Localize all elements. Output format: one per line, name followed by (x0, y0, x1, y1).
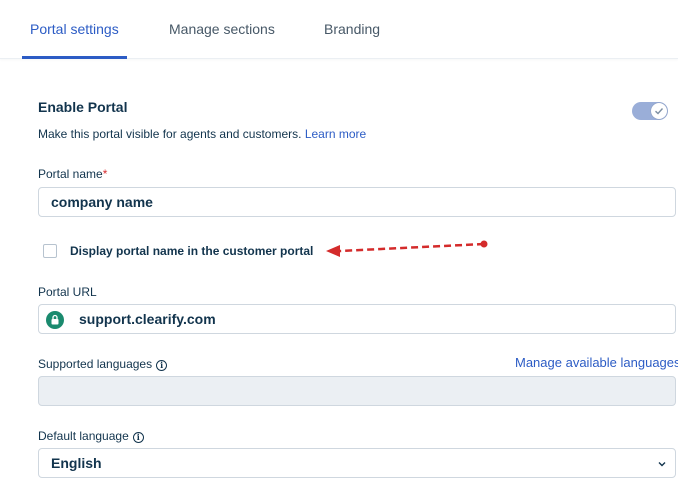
default-language-value: English (51, 455, 102, 471)
info-icon: i (132, 432, 144, 443)
portal-name-input[interactable]: company name (38, 187, 676, 217)
annotation-arrow (326, 240, 488, 257)
manage-languages-link[interactable]: Manage available languages (515, 355, 678, 370)
chevron-down-icon (658, 462, 666, 467)
supported-languages-label: Supported languages (38, 357, 153, 371)
display-portal-name-label: Display portal name in the customer port… (70, 244, 314, 258)
portal-url-value: support.clearify.com (79, 311, 216, 327)
enable-portal-description-row: Make this portal visible for agents and … (38, 127, 366, 141)
toggle-knob (651, 103, 667, 119)
default-language-label: Default language (38, 429, 129, 443)
tab-manage-sections[interactable]: Manage sections (169, 0, 275, 58)
portal-name-value: company name (51, 194, 153, 210)
default-language-label-row: Default language i (38, 429, 144, 443)
required-mark: * (102, 167, 108, 181)
portal-name-label-row: Portal name* (38, 167, 107, 181)
supported-languages-label-row: Supported languages i (38, 357, 168, 371)
enable-portal-description: Make this portal visible for agents and … (38, 127, 302, 141)
learn-more-link[interactable]: Learn more (305, 127, 366, 141)
lock-icon (46, 311, 64, 329)
tab-branding[interactable]: Branding (324, 0, 380, 58)
portal-name-label: Portal name (38, 167, 103, 181)
check-icon (655, 108, 664, 115)
default-language-select[interactable]: English (38, 448, 676, 478)
tab-portal-settings[interactable]: Portal settings (22, 0, 127, 59)
enable-portal-toggle[interactable] (632, 102, 668, 120)
info-icon: i (156, 360, 168, 371)
supported-languages-input[interactable] (38, 376, 676, 406)
display-portal-name-checkbox[interactable] (43, 244, 57, 258)
tab-bar: Portal settings Manage sections Branding (0, 0, 678, 59)
portal-url-label: Portal URL (38, 285, 97, 299)
portal-url-input[interactable]: support.clearify.com (38, 304, 676, 334)
enable-portal-title: Enable Portal (38, 99, 128, 115)
